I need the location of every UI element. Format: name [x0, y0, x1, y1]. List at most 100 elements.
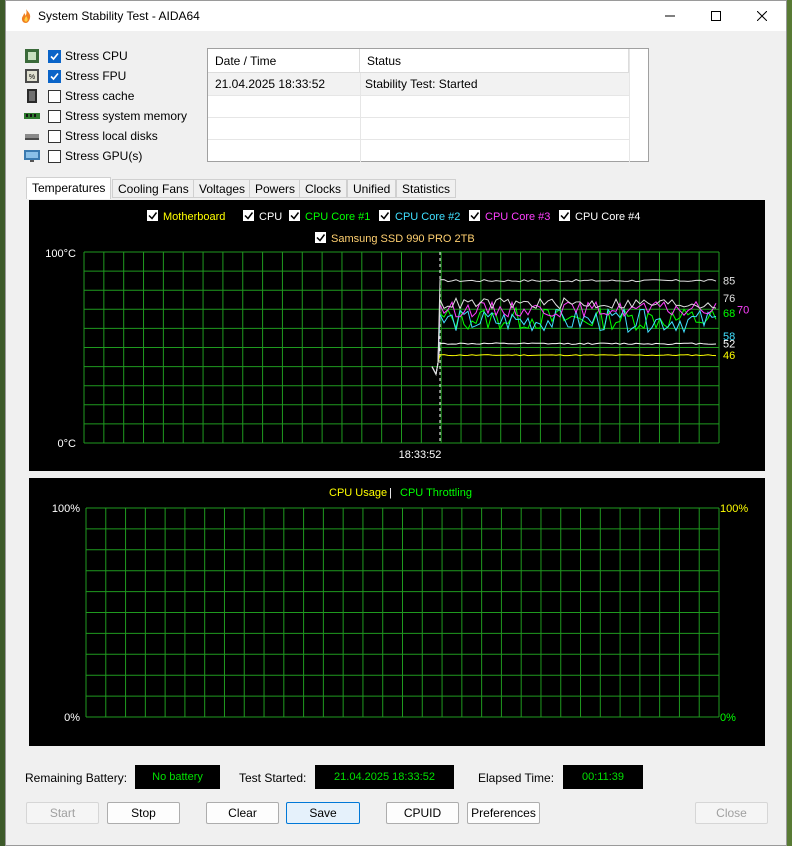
temperature-graph: Motherboard CPU CPU Core #1 CPU Core #2 — [29, 200, 765, 471]
stress-option-cpu[interactable]: Stress CPU — [24, 47, 128, 65]
svg-text:%: % — [29, 74, 35, 81]
legend-cpu[interactable]: CPU — [243, 210, 282, 223]
stress-option-gpu[interactable]: Stress GPU(s) — [24, 147, 142, 165]
log-row-divider — [208, 95, 629, 96]
elapsed-time-label: Elapsed Time: — [478, 771, 555, 785]
log-header-status[interactable]: Status — [360, 49, 629, 73]
motherboard-temp-line — [431, 354, 717, 376]
temperature-graph-canvas: Motherboard CPU CPU Core #1 CPU Core #2 — [45, 210, 749, 461]
minimize-button[interactable] — [647, 1, 693, 31]
usage-grid — [85, 507, 720, 718]
clear-button[interactable]: Clear — [206, 802, 279, 824]
legend-samsung-ssd[interactable]: Samsung SSD 990 PRO 2TB — [315, 232, 475, 245]
aida64-flame-icon — [21, 9, 31, 23]
tab-unified[interactable]: Unified — [347, 179, 397, 198]
legend-checkbox[interactable] — [315, 232, 326, 243]
stress-gpu-label: Stress GPU(s) — [65, 149, 143, 163]
save-button[interactable]: Save — [286, 802, 360, 824]
legend-cpu-core-2[interactable]: CPU Core #2 — [379, 210, 460, 223]
start-button[interactable]: Start — [26, 802, 99, 824]
cpu-core-2-temp-line — [431, 307, 717, 376]
legend-label: CPU — [259, 211, 282, 223]
legend-label: CPU Core #3 — [485, 211, 550, 223]
close-button[interactable]: Close — [695, 802, 768, 824]
legend-checkbox[interactable] — [289, 210, 300, 221]
checkmark-icon — [50, 52, 59, 60]
memory-module-icon — [24, 113, 40, 119]
stress-cache-checkbox[interactable] — [48, 89, 61, 103]
cpuid-button[interactable]: CPUID — [386, 802, 459, 824]
temperature-readout-label: 85 — [723, 276, 735, 288]
legend-motherboard[interactable]: Motherboard — [147, 210, 225, 223]
close-icon — [757, 11, 767, 21]
legend-cpu-core-1[interactable]: CPU Core #1 — [289, 210, 370, 223]
tab-powers[interactable]: Powers — [249, 179, 302, 198]
temperature-readouts: 85767068585246 — [723, 276, 749, 362]
usage-y-min-left: 0% — [64, 712, 80, 724]
temperature-grid — [83, 251, 720, 444]
maximize-button[interactable] — [693, 1, 739, 31]
stability-test-window: System Stability Test - AIDA64 Stress CP… — [5, 0, 787, 846]
minimize-icon — [665, 15, 675, 17]
cache-chip-icon — [27, 89, 37, 103]
legend-checkbox[interactable] — [469, 210, 480, 221]
stress-fpu-checkbox[interactable] — [48, 69, 61, 83]
stress-option-disks[interactable]: Stress local disks — [24, 127, 158, 145]
legend-cpu-usage: CPU Usage — [329, 487, 387, 499]
log-header-datetime[interactable]: Date / Time — [208, 49, 360, 73]
stress-memory-checkbox[interactable] — [48, 109, 61, 123]
x-axis-time-marker: 18:33:52 — [399, 449, 442, 461]
window-close-button[interactable] — [739, 1, 785, 31]
stress-option-memory[interactable]: Stress system memory — [24, 107, 187, 125]
disk-drive-icon — [25, 134, 39, 140]
battery-value: No battery — [135, 765, 220, 789]
tab-statistics[interactable]: Statistics — [396, 179, 457, 198]
elapsed-time-value: 00:11:39 — [563, 765, 643, 789]
preferences-button[interactable]: Preferences — [467, 802, 540, 824]
legend-checkbox[interactable] — [379, 210, 390, 221]
cpu-usage-graph: CPU Usage | CPU Throttling 100% 0% 100% … — [29, 478, 765, 746]
stress-fpu-label: Stress FPU — [65, 69, 127, 83]
stress-option-cache[interactable]: Stress cache — [24, 87, 134, 105]
log-row-datetime: 21.04.2025 18:33:52 — [215, 77, 326, 91]
log-row[interactable]: 21.04.2025 18:33:52 Stability Test: Star… — [208, 73, 629, 95]
tab-clocks[interactable]: Clocks — [299, 179, 348, 198]
legend-label: CPU Core #2 — [395, 211, 460, 223]
y-axis-max-label: 100°C — [45, 248, 76, 260]
temperature-readout-label: 76 — [723, 293, 735, 305]
stress-cache-label: Stress cache — [65, 89, 135, 103]
temperature-readout-label: 46 — [723, 350, 735, 362]
usage-y-min-right: 0% — [720, 712, 736, 724]
temperature-readout-label: 68 — [723, 308, 735, 320]
cpu-usage-graph-canvas: CPU Usage | CPU Throttling 100% 0% 100% … — [52, 487, 748, 724]
legend-checkbox[interactable] — [243, 210, 254, 221]
log-row-divider — [208, 117, 629, 118]
legend-cpu-core-3[interactable]: CPU Core #3 — [469, 210, 550, 223]
stress-disks-checkbox[interactable] — [48, 129, 61, 143]
window-title: System Stability Test - AIDA64 — [38, 9, 200, 23]
tab-cooling-fans[interactable]: Cooling Fans — [112, 179, 195, 198]
temperature-readout-label: 70 — [737, 304, 749, 316]
legend-label: CPU Core #4 — [575, 211, 640, 223]
stress-gpu-checkbox[interactable] — [48, 149, 61, 163]
log-row-status: Stability Test: Started — [365, 77, 478, 91]
status-log-table[interactable]: Date / Time Status 21.04.2025 18:33:52 S… — [207, 48, 649, 162]
title-bar[interactable]: System Stability Test - AIDA64 — [6, 1, 786, 31]
tab-voltages[interactable]: Voltages — [193, 179, 252, 198]
stress-option-fpu[interactable]: % Stress FPU — [24, 67, 126, 85]
stress-cpu-label: Stress CPU — [65, 49, 128, 63]
stop-button[interactable]: Stop — [107, 802, 180, 824]
battery-label: Remaining Battery: — [25, 771, 128, 785]
tab-temperatures[interactable]: Temperatures — [26, 177, 112, 199]
legend-cpu-core-4[interactable]: CPU Core #4 — [559, 210, 640, 223]
legend-checkbox[interactable] — [147, 210, 158, 221]
cpu-chip-icon — [25, 49, 39, 63]
legend-cpu-throttling: CPU Throttling — [400, 487, 472, 499]
checkmark-icon — [50, 72, 59, 80]
log-row-divider — [208, 139, 629, 140]
legend-label: Motherboard — [163, 211, 225, 223]
stress-cpu-checkbox[interactable] — [48, 49, 61, 63]
usage-y-max-left: 100% — [52, 503, 80, 515]
test-started-label: Test Started: — [239, 771, 307, 785]
legend-checkbox[interactable] — [559, 210, 570, 221]
